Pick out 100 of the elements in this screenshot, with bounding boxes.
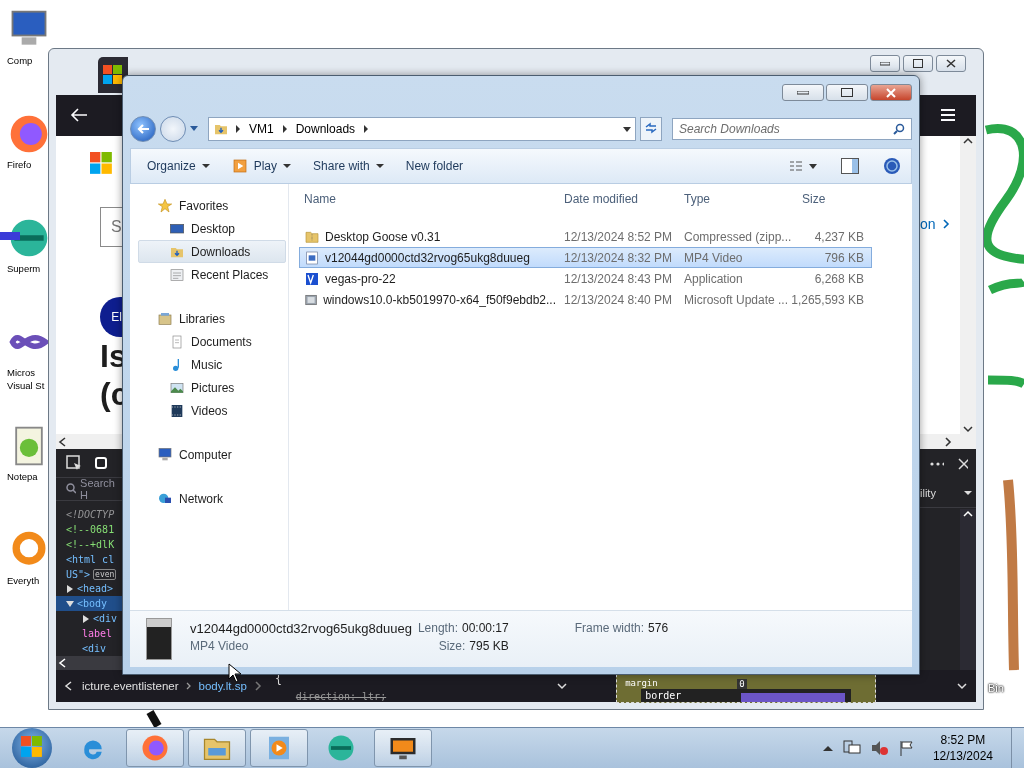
view-options-icon[interactable] [789, 160, 817, 172]
globe-icon [326, 733, 356, 763]
recent-pages-caret-icon[interactable] [190, 126, 198, 132]
refresh-button[interactable] [640, 117, 662, 141]
avatar[interactable]: El [100, 296, 122, 337]
chevron-right-icon[interactable] [252, 680, 263, 692]
menu-button[interactable] [940, 108, 956, 123]
path-segment[interactable]: Downloads [293, 122, 358, 136]
desktop-icon-label[interactable]: Everyth [7, 574, 40, 587]
show-hidden-icons-icon[interactable] [822, 745, 833, 751]
chevron-down-icon[interactable] [956, 681, 968, 691]
network-icon[interactable] [842, 740, 861, 756]
vertical-scrollbar[interactable] [960, 135, 976, 434]
border-label: border [645, 690, 682, 701]
frame-icon[interactable] [94, 455, 108, 470]
close-icon [885, 87, 897, 98]
horizontal-scrollbar[interactable] [56, 656, 122, 670]
address-bar[interactable]: VM1 Downloads [208, 117, 636, 141]
code-line[interactable]: <div [56, 641, 122, 656]
nav-item[interactable]: Favorites [138, 194, 286, 217]
code-line[interactable]: <!--0681 [56, 521, 122, 537]
column-header[interactable]: Date modified [560, 192, 680, 206]
flag-icon[interactable] [898, 740, 915, 756]
nav-item[interactable]: Videos [138, 399, 286, 422]
chevron-right-icon [184, 681, 193, 691]
toolbar-button[interactable]: Organize [141, 156, 216, 176]
maximize-button[interactable] [903, 55, 933, 72]
vertical-scrollbar[interactable] [960, 509, 976, 670]
code-line[interactable]: <div [56, 611, 122, 627]
element-picker-icon[interactable] [66, 454, 82, 471]
nav-item[interactable]: Downloads [138, 240, 286, 263]
toolbar-button[interactable]: Share with [307, 156, 390, 176]
code-line[interactable]: <html cl [56, 551, 122, 567]
firefox-icon [140, 733, 170, 763]
nav-item[interactable]: Computer [138, 443, 286, 466]
refresh-icon [644, 121, 658, 134]
dropdown-caret-icon[interactable] [623, 126, 631, 132]
muted-speaker-icon[interactable] [870, 740, 889, 756]
nav-item[interactable]: Documents [138, 330, 286, 353]
disclosure-triangle-icon[interactable] [83, 614, 89, 623]
taskbar-app-button[interactable] [374, 729, 432, 767]
column-header[interactable]: Size [798, 192, 868, 206]
close-button[interactable] [936, 55, 966, 72]
computer-icon [157, 446, 173, 463]
code-line[interactable]: <!--+dlK [56, 536, 122, 552]
preview-pane-icon[interactable] [841, 158, 859, 174]
breadcrumb-arrow-icon[interactable] [281, 125, 288, 133]
code-line[interactable]: US"> even [56, 566, 122, 582]
code-line[interactable]: label [56, 626, 122, 642]
desktop-icon-label[interactable]: Notepa [7, 470, 38, 483]
desktop-icon-label[interactable]: Superm [7, 262, 41, 275]
path-segment[interactable]: VM1 [247, 122, 276, 136]
search-field[interactable]: Search Downloads [672, 118, 912, 140]
minimize-icon [797, 90, 809, 95]
desktop-icon-label[interactable]: Micros Visual St [7, 366, 47, 392]
start-button[interactable] [12, 728, 52, 768]
browser-tab[interactable] [98, 57, 128, 93]
more-options-icon[interactable] [930, 462, 944, 466]
detail-field: Size: 795 KB [438, 639, 509, 657]
help-icon[interactable] [883, 157, 901, 175]
column-header[interactable]: Name [300, 192, 560, 206]
column-header[interactable]: Type [680, 192, 798, 206]
breadcrumb-arrow-icon[interactable] [363, 125, 370, 133]
horizontal-scrollbar[interactable] [920, 434, 976, 449]
breadcrumb-arrow-icon[interactable] [235, 125, 241, 133]
desktop-icon-label[interactable]: Comp [7, 54, 33, 67]
clock[interactable]: 8:52 PM 12/13/2024 [932, 732, 993, 764]
chevron-down-icon[interactable] [556, 681, 569, 691]
file-row[interactable]: Desktop Goose v0.31 12/13/2024 8:52 PM Compressed (zipp... 4,237 KB [299, 226, 872, 247]
chevron-down-icon [963, 424, 973, 434]
toolbar-button[interactable]: New folder [399, 156, 470, 176]
code-line[interactable]: <!DOCTYP [56, 506, 122, 522]
breadcrumb[interactable]: body.lt.sp [192, 680, 253, 692]
nav-item[interactable]: Libraries [138, 307, 286, 330]
nav-item[interactable]: Desktop [138, 217, 286, 240]
close-icon[interactable] [957, 458, 968, 470]
close-button[interactable] [870, 84, 912, 101]
nav-item[interactable]: Recent Places [138, 263, 286, 286]
windows-logo-icon [103, 65, 123, 85]
windows-logo-icon [21, 735, 43, 758]
file-row[interactable]: v12044gd0000ctd32rvog65ukg8duueg 12/13/2024 8:32 PM MP4 Video 796 KB [299, 247, 872, 268]
minimize-button[interactable] [870, 55, 900, 72]
border-value: 0 [737, 679, 747, 689]
minimize-icon [880, 61, 890, 66]
file-row[interactable]: windows10.0-kb5019970-x64_f50f9ebdb2... 12/13/2024 8:40 PM Microsoft Update ... 1,265,593 KB [299, 289, 872, 310]
horizontal-scrollbar[interactable] [56, 434, 122, 449]
libraries-icon [157, 310, 173, 327]
nav-item[interactable]: Pictures [138, 376, 286, 399]
toolbar-button[interactable]: Play [225, 155, 298, 177]
page-link[interactable]: on [920, 215, 954, 232]
desktop-icon-label[interactable]: Firefo [7, 158, 32, 171]
disclosure-triangle-icon[interactable] [66, 600, 74, 607]
file-row[interactable]: vegas-pro-22 12/13/2024 8:43 PM Application 6,268 KB [299, 268, 872, 289]
maximize-button[interactable] [826, 84, 868, 101]
event-badge[interactable]: even [93, 568, 117, 580]
nav-item[interactable]: Music [138, 353, 286, 376]
desktop-icon-label[interactable]: Bin [988, 682, 1004, 694]
forward-button[interactable] [160, 116, 186, 142]
nav-item[interactable]: Network [138, 487, 286, 510]
breadcrumb[interactable]: icture.eventlistener [76, 680, 185, 692]
